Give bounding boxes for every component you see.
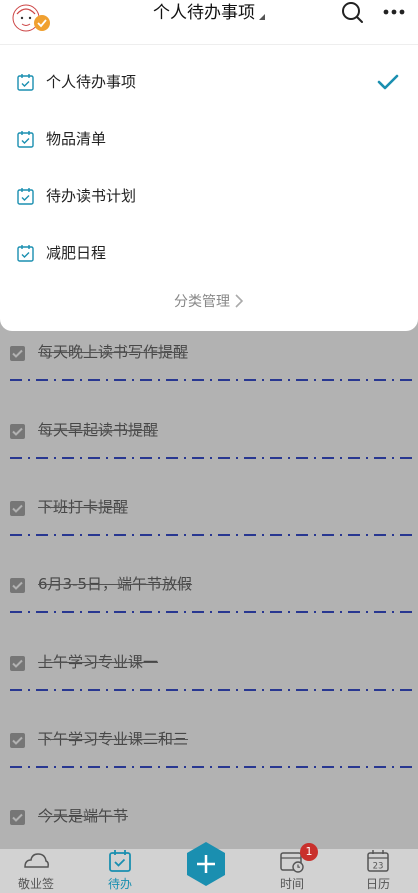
calendar-icon: 23: [366, 849, 390, 877]
page-title: 个人待办事项: [153, 3, 255, 23]
nav-label: 时间: [279, 877, 304, 891]
nav-label: 日历: [365, 877, 390, 891]
dropdown-item-inventory[interactable]: 物品清单: [0, 114, 418, 164]
nav-label: 待办: [107, 877, 132, 891]
dropdown-item-reading-plan[interactable]: 待办读书计划: [0, 171, 418, 221]
calendar-day: 23: [373, 862, 384, 872]
dropdown-item-personal-todo[interactable]: 个人待办事项: [0, 57, 418, 107]
dropdown-item-diet-schedule[interactable]: 减肥日程: [0, 228, 418, 278]
category-manage-link[interactable]: 分类管理: [0, 291, 418, 316]
dropdown-item-label: 减肥日程: [46, 244, 107, 262]
todo-calendar-icon: [108, 849, 132, 877]
chevron-right-icon: [234, 293, 244, 316]
selected-check-icon: [377, 73, 399, 91]
dropdown-item-label: 个人待办事项: [46, 73, 137, 91]
nav-label: 敬业签: [17, 877, 54, 891]
add-button[interactable]: [186, 841, 226, 887]
calendar-check-icon: [17, 130, 34, 148]
notification-badge: 1: [300, 843, 318, 861]
cloud-icon: [22, 849, 50, 875]
search-icon[interactable]: [341, 1, 365, 25]
nav-item-jingyeqian[interactable]: 敬业签: [6, 849, 66, 893]
calendar-check-icon: [17, 187, 34, 205]
nav-item-calendar[interactable]: 23 日历: [348, 849, 408, 893]
app-header: 个人待办事项: [0, 0, 418, 44]
calendar-check-icon: [17, 73, 34, 91]
dropdown-item-label: 待办读书计划: [46, 187, 137, 205]
caret-icon: [259, 14, 265, 20]
bottom-nav: 敬业签 待办 时间 1 23 日历: [0, 842, 418, 893]
more-icon[interactable]: [382, 4, 406, 18]
category-dropdown: 个人待办事项 物品清单 待办读书计划 减肥日程 分类管理: [0, 44, 418, 331]
nav-item-todo[interactable]: 待办: [90, 849, 150, 893]
category-manage-label: 分类管理: [174, 294, 230, 310]
calendar-check-icon: [17, 244, 34, 262]
dropdown-item-label: 物品清单: [46, 130, 107, 148]
